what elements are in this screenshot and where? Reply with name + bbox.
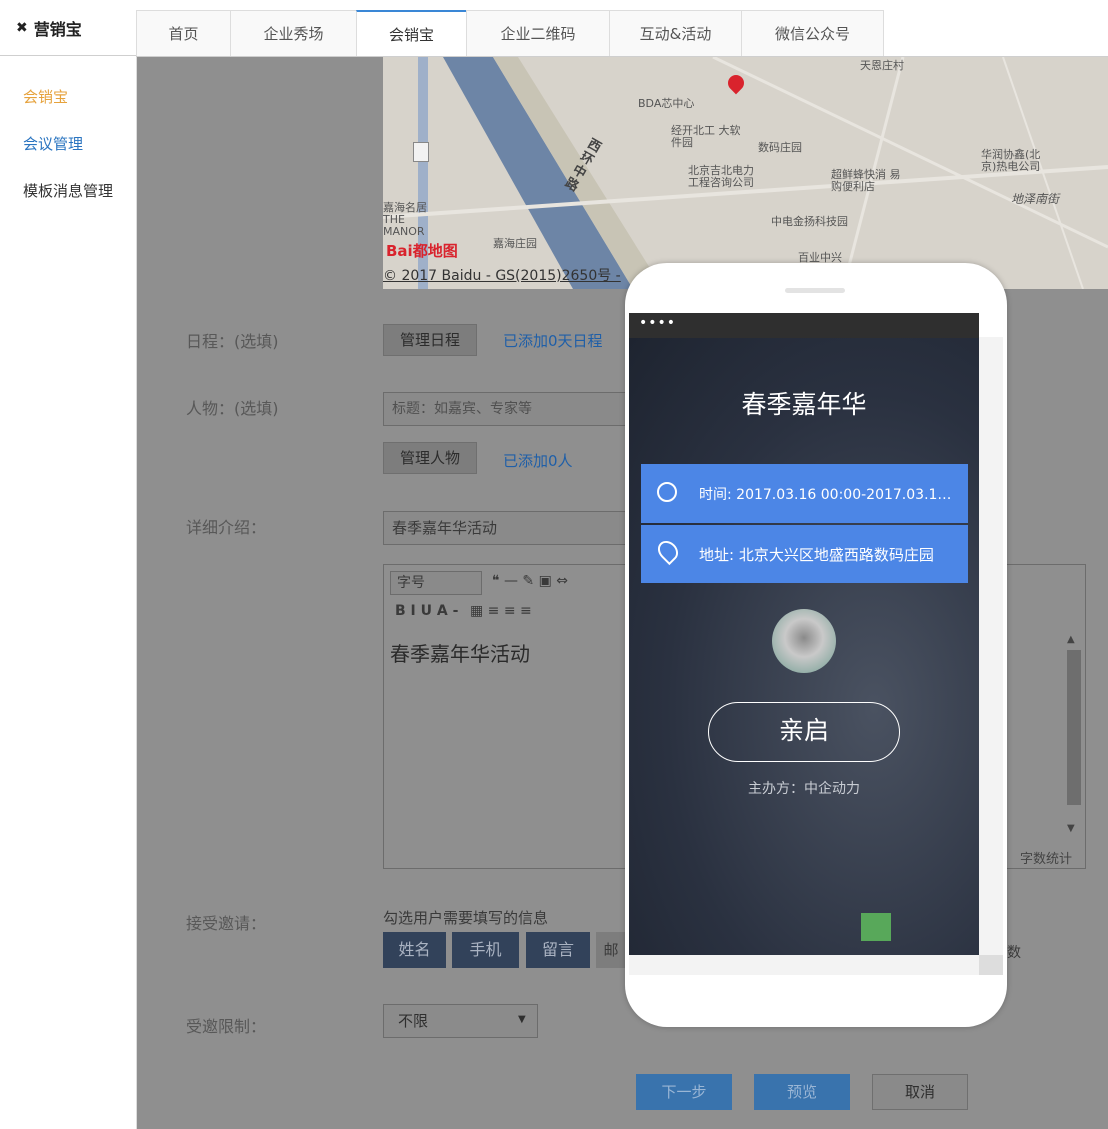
editor-format-icons[interactable]: B I U A -	[395, 603, 458, 619]
map-place: 嘉海庄园	[493, 237, 537, 250]
map-place: 经开北工 大软件园	[671, 124, 741, 149]
cancel-button[interactable]: 取消	[872, 1074, 968, 1110]
organizer-text: 主办方：中企动力	[748, 781, 860, 797]
manage-people-button[interactable]: 管理人物	[383, 442, 477, 474]
invite-hint: 勾选用户需要填写的信息	[383, 909, 549, 927]
baidu-map-logo: Bai都地图	[386, 242, 458, 260]
invite-label: 接受邀请：	[186, 914, 267, 933]
tab-home[interactable]: 首页	[136, 10, 231, 56]
map-place: 嘉海名居THE MANOR	[383, 201, 427, 238]
map-place: BDA芯中心	[638, 97, 695, 110]
next-step-button[interactable]: 下一步	[636, 1074, 732, 1110]
map-place: 天恩庄村	[860, 59, 904, 72]
option-message-button[interactable]: 留言	[526, 932, 590, 968]
phone-screen: •••• 春季嘉年华 时间: 2017.03.16 00:00-2017.03.…	[629, 313, 979, 955]
scroll-corner	[979, 955, 1003, 975]
schedule-added-link[interactable]: 已添加0天日程	[503, 330, 603, 351]
organizer-avatar	[772, 609, 836, 673]
people-title-input[interactable]: 标题：如嘉宾、专家等	[383, 392, 629, 426]
map-place: 中电金扬科技园	[771, 215, 848, 228]
scroll-up-icon[interactable]: ▲	[1067, 634, 1075, 645]
address-row: 地址: 北京大兴区地盛西路数码庄园	[641, 525, 968, 583]
map-place: 超鲜蜂快消 易购便利店	[831, 168, 901, 193]
brand: ✖ 营销宝	[0, 0, 136, 56]
sidebar-item-template[interactable]: 模板消息管理	[23, 180, 113, 201]
location-icon	[653, 536, 683, 566]
zoom-out-icon[interactable]	[413, 142, 429, 162]
schedule-label: 日程：(选填)	[186, 332, 279, 351]
open-invitation-button[interactable]: 亲启	[708, 702, 900, 762]
preview-button[interactable]: 预览	[754, 1074, 850, 1110]
option-partial[interactable]: 数	[1007, 942, 1021, 962]
tab-qrcode[interactable]: 企业二维码	[466, 10, 610, 56]
editor-content[interactable]: 春季嘉年华活动	[390, 638, 530, 667]
editor-toolbar-icons[interactable]: ❝ — ✎ ▣ ⇔	[492, 573, 568, 589]
event-address: 地址: 北京大兴区地盛西路数码庄园	[699, 546, 934, 564]
map[interactable]: BDA芯中心 经开北工 大软件园 数码庄园 北京吉北电力 工程咨询公司 超鲜蜂快…	[383, 57, 1108, 289]
chevron-down-icon[interactable]: ▼	[518, 1014, 526, 1025]
detail-title-input[interactable]: 春季嘉年华活动	[383, 511, 629, 545]
event-title: 春季嘉年华	[741, 390, 867, 419]
detail-label: 详细介绍：	[186, 518, 267, 537]
event-time: 时间: 2017.03.16 00:00-2017.03.1…	[699, 487, 952, 503]
signal-icon: ••••	[639, 315, 677, 331]
option-phone-button[interactable]: 手机	[452, 932, 519, 968]
map-place: 数码庄园	[758, 141, 802, 154]
top-nav-tabs: 首页 企业秀场 会销宝 企业二维码 互动&活动 微信公众号	[136, 10, 884, 56]
phone-status-bar	[629, 313, 979, 338]
tab-huixiaobao[interactable]: 会销宝	[356, 10, 467, 56]
tab-showcase[interactable]: 企业秀场	[230, 10, 357, 56]
butterfly-logo-icon: ✖	[16, 19, 28, 36]
option-email-button[interactable]: 邮	[596, 932, 626, 968]
phone-vertical-scrollbar[interactable]	[979, 337, 1003, 955]
tab-interaction[interactable]: 互动&活动	[609, 10, 742, 56]
clock-icon	[657, 482, 677, 502]
wechat-icon	[861, 913, 891, 941]
people-added-link[interactable]: 已添加0人	[503, 450, 573, 471]
map-place: 地泽南街	[1011, 192, 1060, 206]
font-size-select[interactable]: 字号	[390, 571, 482, 595]
sidebar: 会销宝 会议管理 模板消息管理	[0, 57, 137, 1129]
sidebar-item-huixiaobao[interactable]: 会销宝	[23, 86, 68, 107]
manage-schedule-button[interactable]: 管理日程	[383, 324, 477, 356]
option-name-button[interactable]: 姓名	[383, 932, 446, 968]
scroll-down-icon[interactable]: ▼	[1067, 823, 1075, 834]
editor-scrollbar[interactable]	[1067, 650, 1081, 805]
phone-speaker	[785, 288, 845, 293]
people-label: 人物：(选填)	[186, 399, 279, 418]
map-copyright[interactable]: © 2017 Baidu - GS(2015)2650号 -	[383, 265, 621, 285]
map-place: 华润协鑫(北 京)热电公司	[981, 148, 1041, 173]
time-row: 时间: 2017.03.16 00:00-2017.03.1…	[641, 464, 968, 523]
tab-wechat[interactable]: 微信公众号	[741, 10, 884, 56]
limit-select[interactable]: 不限	[383, 1004, 538, 1038]
map-place: 北京吉北电力 工程咨询公司	[688, 164, 754, 189]
phone-horizontal-scrollbar[interactable]	[629, 955, 979, 975]
limit-label: 受邀限制：	[186, 1017, 267, 1036]
sidebar-item-meeting[interactable]: 会议管理	[23, 133, 83, 154]
brand-name: 营销宝	[33, 19, 82, 39]
word-count[interactable]: 字数统计	[1020, 848, 1072, 867]
editor-align-icons[interactable]: ▦ ≡ ≡ ≡	[470, 603, 532, 619]
